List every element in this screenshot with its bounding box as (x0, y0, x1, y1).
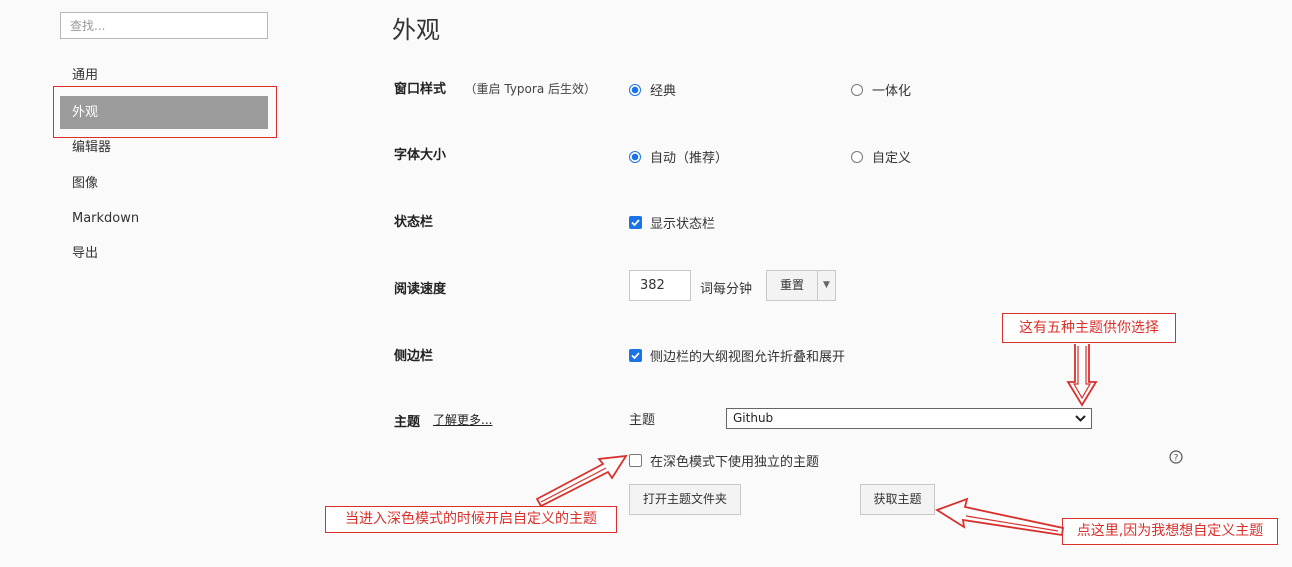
arrow-left-icon (934, 497, 1065, 537)
arrow-down-icon (1066, 344, 1098, 407)
annotation-arrows (535, 344, 1098, 537)
arrow-up-right-icon (535, 454, 628, 508)
